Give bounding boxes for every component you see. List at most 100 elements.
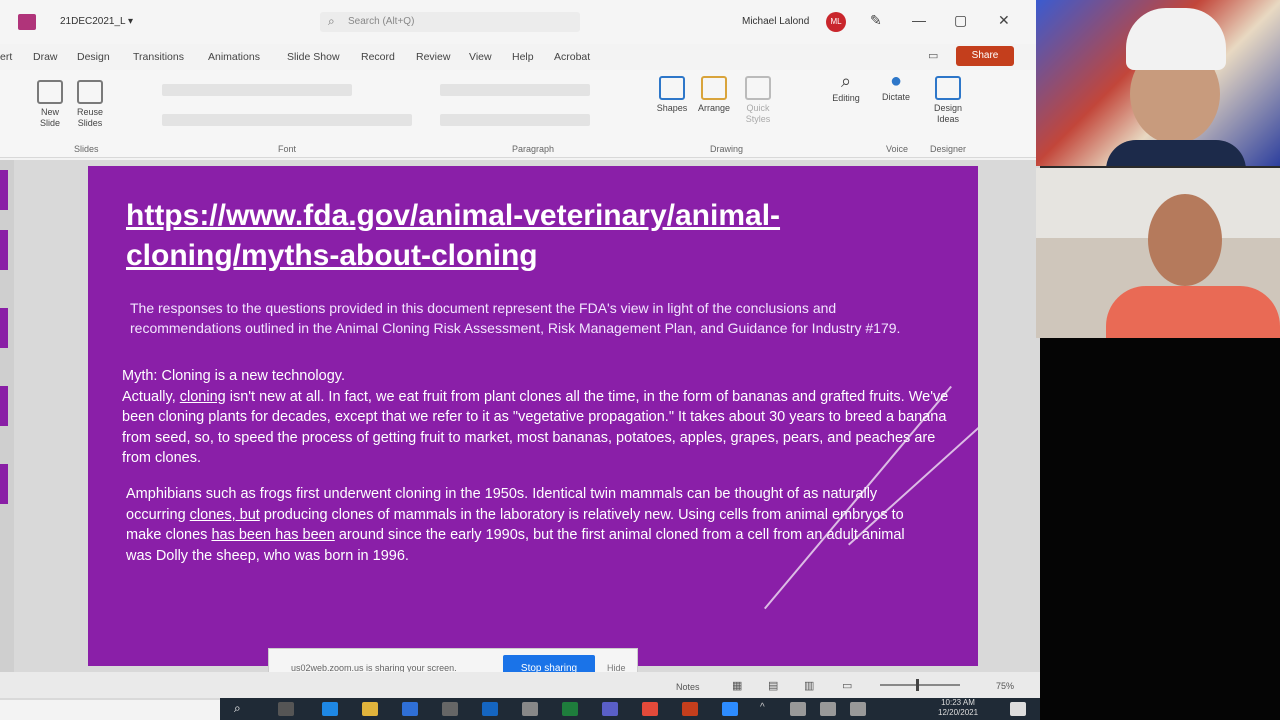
paragraph-row-2[interactable] bbox=[440, 114, 590, 126]
design-ideas-button[interactable]: Design Ideas bbox=[926, 76, 970, 125]
tab-transitions[interactable]: Transitions bbox=[133, 51, 184, 63]
search-icon[interactable]: ⌕ bbox=[234, 701, 250, 715]
network-icon[interactable] bbox=[820, 702, 836, 716]
zoom-level[interactable]: 75% bbox=[996, 681, 1014, 691]
shapes-icon bbox=[659, 76, 685, 100]
file-explorer-icon[interactable] bbox=[362, 702, 378, 716]
tab-review[interactable]: Review bbox=[416, 51, 450, 63]
slide-thumbnail[interactable] bbox=[0, 464, 8, 504]
new-slide-button[interactable]: New Slide bbox=[32, 80, 68, 129]
reuse-slides-button[interactable]: Reuse Slides bbox=[72, 80, 108, 129]
zoom-slider[interactable] bbox=[880, 684, 960, 686]
quick-styles-label: Quick Styles bbox=[745, 103, 771, 124]
comment-icon[interactable]: ▭ bbox=[928, 49, 938, 62]
slide-canvas[interactable]: https://www.fda.gov/animal-veterinary/an… bbox=[88, 166, 978, 666]
arrange-label: Arrange bbox=[697, 103, 731, 113]
group-label-slides: Slides bbox=[74, 144, 99, 154]
clock-time: 10:23 AM bbox=[941, 698, 975, 707]
tab-animations[interactable]: Animations bbox=[208, 51, 260, 63]
group-label-voice: Voice bbox=[886, 144, 909, 154]
battery-icon[interactable] bbox=[790, 702, 806, 716]
document-title[interactable]: 21DEC2021_L ▾ bbox=[60, 16, 133, 27]
slide-link[interactable]: https://www.fda.gov/animal-veterinary/an… bbox=[126, 196, 926, 276]
store-icon[interactable] bbox=[402, 702, 418, 716]
slide-thumbnail-strip bbox=[0, 160, 14, 680]
tab-record[interactable]: Record bbox=[361, 51, 395, 63]
volume-icon[interactable] bbox=[850, 702, 866, 716]
participant-cap bbox=[1126, 8, 1226, 70]
slideshow-icon[interactable]: ▭ bbox=[842, 679, 852, 692]
new-slide-icon bbox=[37, 80, 63, 104]
search-input[interactable]: ⌕ Search (Alt+Q) bbox=[320, 12, 580, 32]
restore-button[interactable]: ▢ bbox=[954, 12, 967, 29]
find-icon: ⌕ bbox=[840, 71, 852, 91]
group-label-paragraph: Paragraph bbox=[512, 144, 555, 154]
minimize-button[interactable]: — bbox=[912, 12, 926, 28]
app-icon[interactable] bbox=[442, 702, 458, 716]
slide-amphibians-paragraph: Amphibians such as frogs first underwent… bbox=[126, 486, 905, 564]
share-button[interactable]: Share bbox=[956, 46, 1014, 66]
group-label-designer: Designer bbox=[930, 144, 967, 154]
reuse-slides-label: Reuse Slides bbox=[76, 107, 103, 128]
participant-shirt bbox=[1106, 286, 1280, 338]
slide-intro-text: The responses to the questions provided … bbox=[130, 300, 901, 336]
task-view-icon[interactable] bbox=[278, 702, 294, 716]
taskbar-clock[interactable]: 10:23 AM 12/20/2021 bbox=[938, 698, 978, 718]
slide-thumbnail[interactable] bbox=[0, 230, 8, 270]
powerpoint-icon[interactable] bbox=[682, 702, 698, 716]
arrange-icon bbox=[701, 76, 727, 100]
group-label-font: Font bbox=[278, 144, 297, 154]
design-ideas-icon bbox=[935, 76, 961, 100]
slide-thumbnail[interactable] bbox=[0, 308, 8, 348]
status-bar: Notes ▦ ▤ ▥ ▭ 75% bbox=[0, 672, 1040, 698]
webcam-tile-participant-2 bbox=[1036, 168, 1280, 338]
reading-view-icon[interactable]: ▥ bbox=[804, 679, 814, 692]
reuse-slides-icon bbox=[77, 80, 103, 104]
slide-sorter-icon[interactable]: ▤ bbox=[768, 679, 778, 692]
design-ideas-label: Design Ideas bbox=[933, 103, 962, 124]
search-icon: ⌕ bbox=[328, 14, 335, 28]
tab-view[interactable]: View bbox=[469, 51, 492, 63]
normal-view-icon[interactable]: ▦ bbox=[732, 679, 742, 692]
tab-acrobat[interactable]: Acrobat bbox=[554, 51, 590, 63]
powerpoint-window: 21DEC2021_L ▾ ⌕ Search (Alt+Q) Michael L… bbox=[0, 0, 1040, 720]
shapes-button[interactable]: Shapes bbox=[652, 76, 692, 114]
zoom-icon[interactable] bbox=[722, 702, 738, 716]
notifications-icon[interactable] bbox=[1010, 702, 1026, 716]
slide-myth-paragraph: Myth: Cloning is a new technology. Actua… bbox=[122, 366, 962, 469]
quick-styles-button[interactable]: Quick Styles bbox=[738, 76, 778, 125]
outlook-icon[interactable] bbox=[482, 702, 498, 716]
tab-insert[interactable]: ert bbox=[0, 51, 12, 63]
myth-heading: Myth: Cloning is a new technology. bbox=[122, 368, 345, 384]
teams-icon[interactable] bbox=[602, 702, 618, 716]
myth-body: Actually, cloning isn't new at all. In f… bbox=[122, 388, 949, 467]
notes-button[interactable]: Notes bbox=[676, 682, 700, 692]
excel-icon[interactable] bbox=[562, 702, 578, 716]
clock-date: 12/20/2021 bbox=[938, 708, 979, 717]
arrange-button[interactable]: Arrange bbox=[694, 76, 734, 114]
close-button[interactable]: ✕ bbox=[998, 12, 1010, 29]
app-icon[interactable] bbox=[522, 702, 538, 716]
pen-icon[interactable]: ✎ bbox=[870, 12, 882, 29]
font-name-box[interactable] bbox=[162, 84, 352, 96]
tab-help[interactable]: Help bbox=[512, 51, 534, 63]
zoom-slider-thumb[interactable] bbox=[916, 679, 919, 691]
tab-slide-show[interactable]: Slide Show bbox=[287, 51, 340, 63]
paragraph-row-1[interactable] bbox=[440, 84, 590, 96]
dictate-button[interactable]: ● Dictate bbox=[876, 71, 916, 103]
chrome-icon[interactable] bbox=[642, 702, 658, 716]
user-name: Michael Lalond bbox=[742, 16, 810, 27]
font-format-row[interactable] bbox=[162, 114, 412, 126]
slide-thumbnail[interactable] bbox=[0, 386, 8, 426]
chevron-up-icon[interactable]: ^ bbox=[760, 702, 776, 716]
powerpoint-app-icon bbox=[18, 14, 36, 30]
tab-design[interactable]: Design bbox=[77, 51, 110, 63]
avatar[interactable]: ML bbox=[826, 12, 846, 32]
search-placeholder: Search (Alt+Q) bbox=[348, 16, 415, 27]
slide-thumbnail[interactable] bbox=[0, 170, 8, 210]
edge-browser-icon[interactable] bbox=[322, 702, 338, 716]
ribbon-tabs: ert Draw Design Transitions Animations S… bbox=[0, 48, 1040, 68]
editing-button[interactable]: ⌕ Editing bbox=[826, 71, 866, 104]
tab-draw[interactable]: Draw bbox=[33, 51, 58, 63]
new-slide-label: New Slide bbox=[39, 107, 60, 128]
